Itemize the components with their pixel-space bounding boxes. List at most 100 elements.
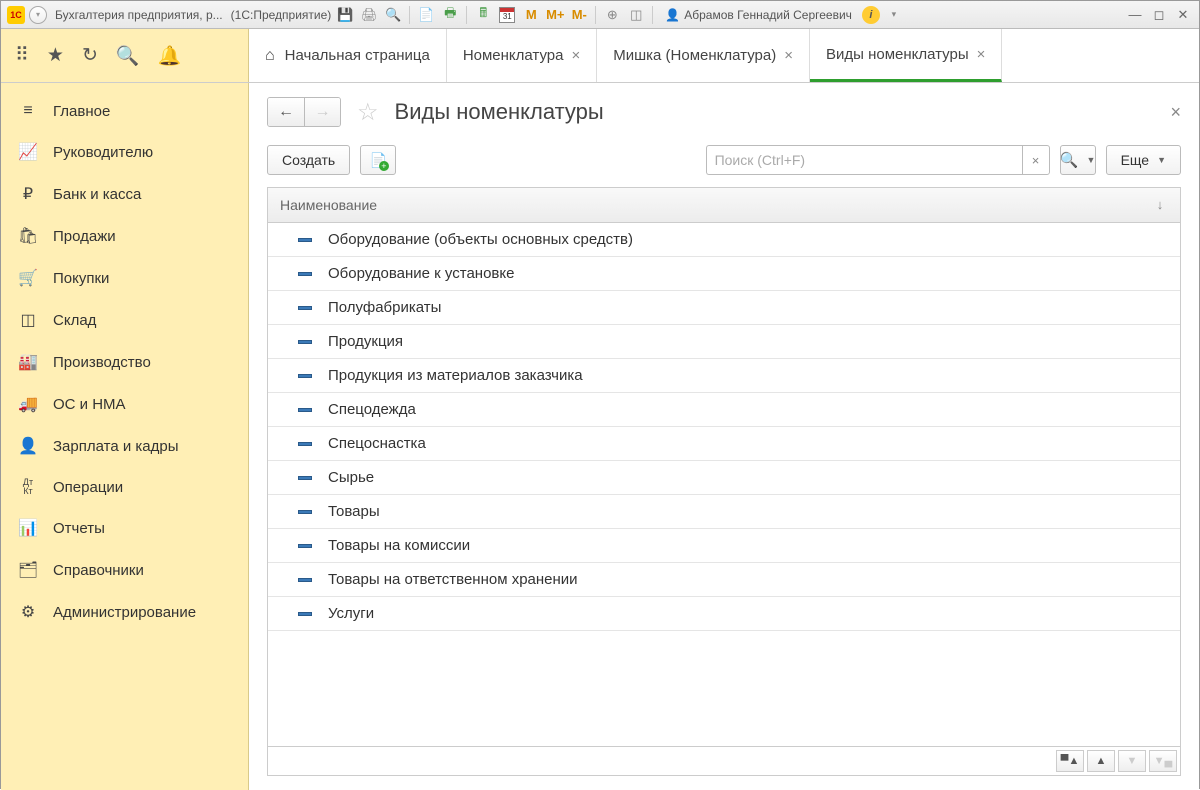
magnify-icon: 🔍 (1060, 151, 1079, 169)
sidebar-item[interactable]: ◫Склад (1, 299, 248, 341)
sidebar-item-label: Отчеты (53, 520, 105, 537)
apps-grid-icon[interactable]: ⠿ (15, 44, 29, 67)
sidebar-item[interactable]: 👤Зарплата и кадры (1, 425, 248, 467)
sidebar-item-icon: ДтКт (17, 478, 39, 496)
tab-item[interactable]: Виды номенклатуры × (810, 29, 1002, 82)
create-button[interactable]: Создать (267, 145, 350, 175)
sidebar-item-label: ОС и НМА (53, 396, 126, 413)
page-header: ← → ☆ Виды номенклатуры × (267, 97, 1181, 127)
table-row[interactable]: Товары (268, 495, 1180, 529)
preview-icon[interactable]: 🔍 (383, 5, 403, 25)
scroll-top-button[interactable]: ▀▲ (1056, 750, 1084, 772)
minimize-button[interactable]: — (1125, 6, 1145, 24)
column-header-name[interactable]: Наименование (268, 188, 1140, 222)
row-label: Товары на комиссии (328, 537, 470, 554)
row-label: Полуфабрикаты (328, 299, 441, 316)
sidebar-item-label: Операции (53, 479, 123, 496)
row-label: Сырье (328, 469, 374, 486)
history-icon[interactable]: ↻ (82, 44, 98, 67)
app-name: (1С:Предприятие) (231, 8, 332, 22)
tab-home[interactable]: ⌂ Начальная страница (249, 29, 447, 82)
sidebar-item[interactable]: 🏭 Производство (1, 341, 248, 383)
save-icon[interactable]: 💾 (335, 5, 355, 25)
sidebar-item[interactable]: 🛒Покупки (1, 257, 248, 299)
create-copy-button[interactable]: 📄 (360, 145, 396, 175)
search-clear-button[interactable]: × (1022, 145, 1050, 175)
table-body: Оборудование (объекты основных средств) О… (268, 223, 1180, 746)
info-icon[interactable]: i (862, 6, 880, 24)
doc-print-icon[interactable]: 🖶 (440, 5, 460, 25)
document-title: Бухгалтерия предприятия, р... (51, 8, 227, 22)
table-row[interactable]: Сырье (268, 461, 1180, 495)
calculator-icon[interactable]: 🖩 (473, 5, 493, 25)
sidebar-item-label: Покупки (53, 270, 109, 287)
window-titlebar: 1C ▾ Бухгалтерия предприятия, р... (1С:П… (1, 1, 1199, 29)
favorite-star-icon[interactable]: ☆ (357, 98, 379, 127)
sidebar-item[interactable]: ⚙Администрирование (1, 591, 248, 633)
close-tab-icon[interactable]: × (977, 46, 986, 63)
user-block[interactable]: 👤 Абрамов Геннадий Сергеевич (659, 8, 858, 22)
sidebar-item-icon: 🏭 (17, 352, 39, 372)
zoom-icon[interactable]: ⊕ (602, 5, 622, 25)
tab-item[interactable]: Мишка (Номенклатура) × (597, 29, 810, 82)
close-page-button[interactable]: × (1170, 102, 1181, 123)
sidebar-item-label: Зарплата и кадры (53, 438, 179, 455)
row-item-icon (298, 578, 312, 582)
search-icon[interactable]: 🔍 (116, 44, 140, 68)
table-row[interactable]: Товары на ответственном хранении (268, 563, 1180, 597)
table-row[interactable]: Оборудование (объекты основных средств) (268, 223, 1180, 257)
print-icon[interactable]: 🖨 (359, 5, 379, 25)
sidebar-item[interactable]: ₽Банк и касса (1, 173, 248, 215)
tab-item[interactable]: Номенклатура × (447, 29, 597, 82)
table-row[interactable]: Услуги (268, 597, 1180, 631)
table-row[interactable]: Спецоснастка (268, 427, 1180, 461)
tab-label: Номенклатура (463, 47, 564, 64)
memory-mminus-icon[interactable]: M- (569, 5, 589, 25)
row-label: Оборудование к установке (328, 265, 514, 282)
titlebar-dropdown-icon[interactable]: ▾ (29, 6, 47, 24)
maximize-button[interactable]: ◻ (1149, 6, 1169, 24)
doc-new-icon[interactable]: 📄 (416, 5, 436, 25)
sidebar-item[interactable]: ≡Главное (1, 91, 248, 131)
close-tab-icon[interactable]: × (784, 47, 793, 64)
sidebar-item-label: Справочники (53, 562, 144, 579)
sidebar-item-label: Производство (53, 354, 151, 371)
notifications-bell-icon[interactable]: 🔔 (158, 44, 182, 68)
table-row[interactable]: Продукция (268, 325, 1180, 359)
sidebar-item[interactable]: 📊Отчеты (1, 507, 248, 549)
table-row[interactable]: Оборудование к установке (268, 257, 1180, 291)
sidebar-item[interactable]: 🗂Справочники (1, 549, 248, 591)
create-button-label: Создать (282, 152, 335, 168)
table-row[interactable]: Продукция из материалов заказчика (268, 359, 1180, 393)
row-item-icon (298, 612, 312, 616)
tab-label: Виды номенклатуры (826, 46, 969, 63)
info-dropdown-icon[interactable]: ▾ (884, 5, 904, 25)
forward-button[interactable]: → (304, 98, 340, 126)
table-row[interactable]: Спецодежда (268, 393, 1180, 427)
scroll-up-button[interactable]: ▲ (1087, 750, 1115, 772)
search-input[interactable] (706, 145, 1022, 175)
row-item-icon (298, 510, 312, 514)
user-icon: 👤 (665, 8, 680, 22)
scroll-bottom-button[interactable]: ▼▄ (1149, 750, 1177, 772)
scroll-down-button[interactable]: ▼ (1118, 750, 1146, 772)
panels-icon[interactable]: ◫ (626, 5, 646, 25)
sort-indicator-icon[interactable]: ↓ (1140, 188, 1180, 222)
sidebar-item[interactable]: 🛍Продажи (1, 215, 248, 257)
table-row[interactable]: Полуфабрикаты (268, 291, 1180, 325)
sidebar-item[interactable]: 🚚ОС и НМА (1, 383, 248, 425)
more-button[interactable]: Еще ▼ (1106, 145, 1181, 175)
search-button[interactable]: 🔍▼ (1060, 145, 1096, 175)
favorites-star-icon[interactable]: ★ (47, 44, 64, 67)
sidebar-item-icon: ◫ (17, 310, 39, 330)
sidebar-item[interactable]: ДтКт Операции (1, 467, 248, 507)
calendar-icon[interactable]: 31 (497, 5, 517, 25)
table-row[interactable]: Товары на комиссии (268, 529, 1180, 563)
close-window-button[interactable]: ✕ (1173, 6, 1193, 24)
memory-m-icon[interactable]: M (521, 5, 541, 25)
memory-mplus-icon[interactable]: M+ (545, 5, 565, 25)
sidebar-item[interactable]: 📈Руководителю (1, 131, 248, 173)
close-tab-icon[interactable]: × (571, 47, 580, 64)
tab-label: Мишка (Номенклатура) (613, 47, 776, 64)
back-button[interactable]: ← (268, 98, 304, 126)
